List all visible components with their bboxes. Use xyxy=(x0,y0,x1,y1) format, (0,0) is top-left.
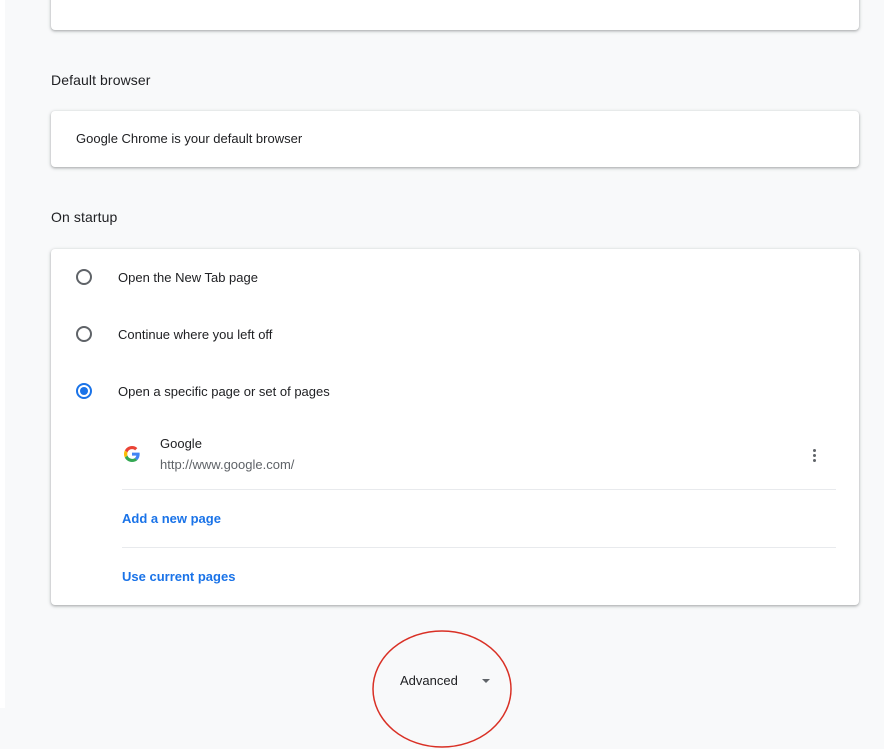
advanced-label: Advanced xyxy=(400,673,458,688)
startup-option-new-tab[interactable]: Open the New Tab page xyxy=(51,249,859,305)
dot xyxy=(812,458,816,462)
divider xyxy=(122,547,836,548)
startup-page-name: Google xyxy=(160,436,202,451)
radio-checked-icon[interactable] xyxy=(76,383,92,399)
google-favicon-icon xyxy=(124,446,140,462)
dot xyxy=(812,453,816,457)
startup-page-entry: Google http://www.google.com/ xyxy=(122,427,836,489)
more-actions-icon[interactable] xyxy=(802,443,826,467)
startup-page-url: http://www.google.com/ xyxy=(160,457,295,472)
startup-option-specific-pages[interactable]: Open a specific page or set of pages xyxy=(51,363,859,419)
on-startup-section-title: On startup xyxy=(51,209,118,225)
arrow-drop-down-icon xyxy=(481,678,490,683)
radio-unchecked-icon[interactable] xyxy=(76,269,92,285)
left-edge-strip xyxy=(0,0,5,708)
add-new-page-link[interactable]: Add a new page xyxy=(122,511,221,526)
default-browser-section-title: Default browser xyxy=(51,72,151,88)
dot xyxy=(812,448,816,452)
startup-option-label: Open a specific page or set of pages xyxy=(118,383,330,399)
startup-option-label: Continue where you left off xyxy=(118,326,273,342)
use-current-pages-link[interactable]: Use current pages xyxy=(122,569,235,584)
on-startup-card: Open the New Tab page Continue where you… xyxy=(51,249,859,605)
default-browser-card: Google Chrome is your default browser xyxy=(51,111,859,167)
startup-option-continue[interactable]: Continue where you left off xyxy=(51,306,859,362)
advanced-settings-button[interactable]: Advanced xyxy=(400,673,490,688)
radio-unchecked-icon[interactable] xyxy=(76,326,92,342)
divider xyxy=(122,489,836,490)
previous-section-card xyxy=(51,0,859,30)
default-browser-status: Google Chrome is your default browser xyxy=(76,131,303,146)
startup-option-label: Open the New Tab page xyxy=(118,269,258,285)
annotation-circle xyxy=(372,630,512,748)
